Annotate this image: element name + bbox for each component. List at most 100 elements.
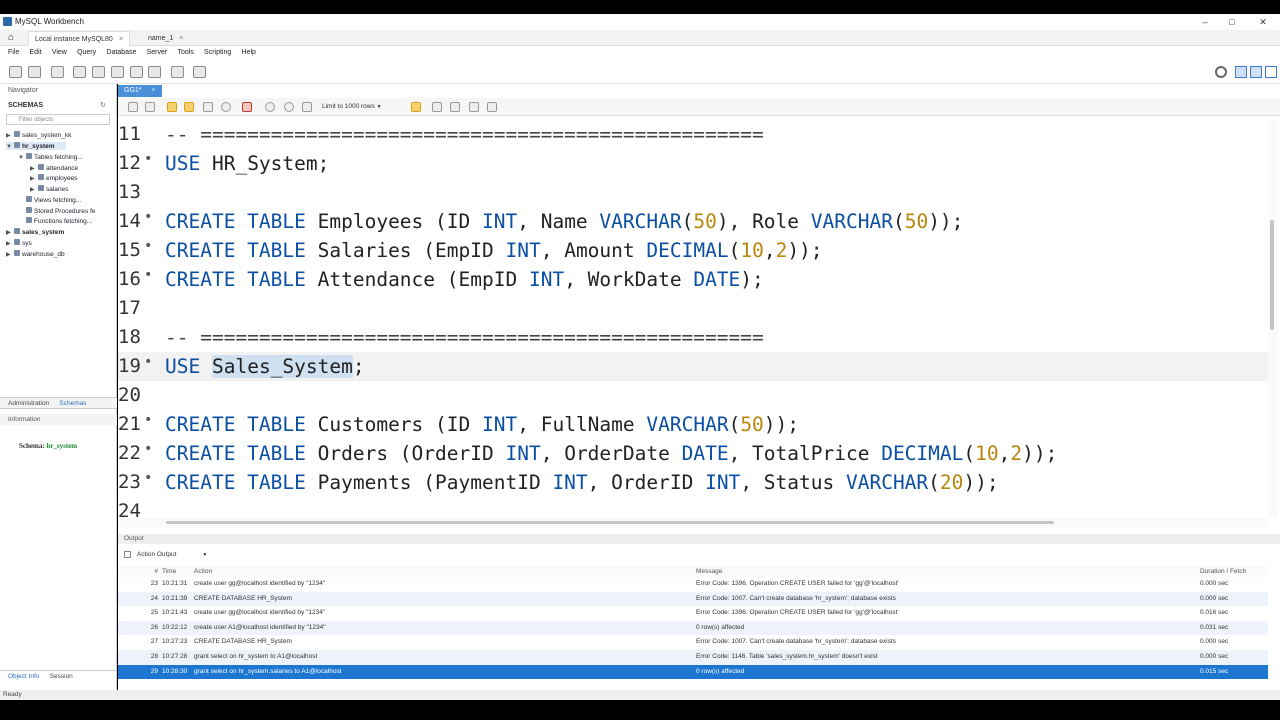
toggle-output-icon[interactable]	[1250, 66, 1262, 78]
open-sql-script-icon[interactable]	[28, 66, 41, 78]
tab-close-icon[interactable]: ×	[179, 35, 183, 42]
column-header-action[interactable]: Action	[194, 566, 694, 577]
functions-node[interactable]: Functions fetching...	[26, 217, 92, 225]
gear-icon[interactable]	[1215, 66, 1227, 78]
column-header-number[interactable]: #	[140, 566, 158, 577]
commit-icon[interactable]	[265, 102, 275, 112]
create-table-icon[interactable]	[92, 66, 105, 78]
filter-objects-input[interactable]: Filter objects	[6, 114, 110, 125]
tab-object-info[interactable]: Object Info	[8, 673, 39, 680]
toggle-sidebar-icon[interactable]	[1235, 66, 1247, 78]
stop-icon[interactable]	[221, 102, 231, 112]
invisible-chars-icon[interactable]	[469, 102, 479, 112]
code-text: );	[740, 268, 764, 291]
beautify-icon[interactable]	[411, 102, 421, 112]
table-row[interactable]: ×2810:27:28grant select on hr_system to …	[118, 649, 1268, 665]
views-node[interactable]: Views fetching...	[26, 196, 81, 204]
scrollbar-thumb[interactable]	[166, 521, 1054, 524]
editor-vertical-scrollbar[interactable]	[1268, 120, 1278, 518]
reconnect-icon[interactable]	[193, 66, 206, 78]
tab-close-icon[interactable]: ×	[119, 36, 123, 43]
execute-icon[interactable]	[167, 102, 177, 112]
tab-schemas[interactable]: Schemas	[59, 400, 86, 407]
open-file-icon[interactable]	[128, 102, 138, 112]
create-procedure-icon[interactable]	[130, 66, 143, 78]
menu-help[interactable]: Help	[242, 49, 256, 56]
home-icon[interactable]: ⌂	[8, 32, 14, 43]
menu-edit[interactable]: Edit	[30, 49, 42, 56]
toggle-secondary-sidebar-icon[interactable]	[1265, 66, 1277, 78]
row-action: create user gg@localhost identified by "…	[194, 580, 326, 587]
functions-label: Functions fetching...	[34, 218, 93, 225]
column-header-duration[interactable]: Duration / Fetch	[1200, 566, 1266, 577]
code-line: 15 • CREATE TABLE Salaries (EmpID INT, Amo…	[118, 236, 1268, 265]
menu-view[interactable]: View	[52, 49, 67, 56]
search-table-data-icon[interactable]	[171, 66, 184, 78]
menu-scripting[interactable]: Scripting	[204, 49, 231, 56]
table-attendance[interactable]: ▶ attendance	[30, 164, 78, 172]
find-replace-icon[interactable]	[432, 102, 442, 112]
table-row[interactable]: ×2310:21:31create user gg@localhost iden…	[118, 577, 1268, 592]
tab-session[interactable]: Session	[50, 673, 73, 680]
schema-hr-system[interactable]: ▼ hr_system	[6, 142, 66, 150]
menu-server[interactable]: Server	[147, 49, 168, 56]
scrollbar-thumb[interactable]	[1270, 220, 1274, 330]
code-text: ));	[928, 210, 964, 233]
rollback-icon[interactable]	[284, 102, 294, 112]
execute-current-icon[interactable]	[184, 102, 194, 112]
tab-administration[interactable]: Administration	[8, 400, 49, 407]
limit-rows-select[interactable]: Limit to 1000 rows ▼	[318, 101, 386, 113]
menu-database[interactable]: Database	[106, 49, 136, 56]
connection-tab-local[interactable]: Local instance MySQL80 ×	[28, 31, 130, 46]
keyword: CREATE TABLE	[165, 239, 306, 262]
keyword: INT	[705, 471, 741, 494]
sql-editor-panel: GG1* × Limit to 1000 rows ▼ 11 -- ========…	[118, 84, 1280, 530]
schema-warehouse-db[interactable]: ▶ warehouse_db	[6, 250, 65, 258]
explain-icon[interactable]	[203, 102, 213, 112]
table-salaries[interactable]: ▶ salaries	[30, 185, 68, 193]
tab-close-icon[interactable]: ×	[152, 87, 156, 94]
save-icon[interactable]	[145, 102, 155, 112]
comment-text: -- =====================================…	[165, 123, 764, 146]
stored-procedures-node[interactable]: Stored Procedures fe	[26, 207, 95, 215]
menu-query[interactable]: Query	[77, 49, 96, 56]
window-title: MySQL Workbench	[15, 17, 84, 26]
keyword: CREATE TABLE	[165, 210, 306, 233]
new-sql-tab-icon[interactable]	[9, 66, 22, 78]
schema-sales-system[interactable]: ▶ sales_system	[6, 228, 64, 236]
row-action: CREATE DATABASE HR_System	[194, 594, 292, 602]
sql-code-area[interactable]: 11 -- ===================================…	[118, 120, 1268, 518]
schema-sys[interactable]: ▶ sys	[6, 239, 32, 247]
inspector-icon[interactable]	[51, 66, 64, 78]
table-row[interactable]: ✓2910:28:30grant select on hr_system.sal…	[118, 664, 1268, 680]
autocommit-icon[interactable]	[302, 102, 312, 112]
create-function-icon[interactable]	[148, 66, 161, 78]
close-icon[interactable]: ✕	[1256, 16, 1270, 28]
table-row[interactable]: ×2510:21:43create user gg@localhost iden…	[118, 606, 1268, 621]
column-header-message[interactable]: Message	[696, 566, 1198, 577]
menu-tools[interactable]: Tools	[177, 49, 193, 56]
table-row[interactable]: ✓2610:22:12create user A1@localhost iden…	[118, 620, 1268, 636]
minimize-icon[interactable]: –	[1198, 16, 1212, 28]
column-header-time[interactable]: Time	[162, 566, 192, 577]
keyword: CREATE TABLE	[165, 413, 306, 436]
editor-horizontal-scrollbar[interactable]	[118, 518, 1268, 528]
menu-file[interactable]: File	[8, 49, 19, 56]
connection-tab-name1[interactable]: name_1 ×	[142, 31, 189, 46]
toggle-error-icon[interactable]	[242, 102, 252, 112]
tables-node[interactable]: ▼ Tables fetching...	[18, 153, 83, 161]
maximize-icon[interactable]: □	[1225, 16, 1239, 28]
word-wrap-icon[interactable]	[487, 102, 497, 112]
search-icon[interactable]	[450, 102, 460, 112]
table-employees[interactable]: ▶ employees	[30, 174, 77, 182]
refresh-schemas-icon[interactable]: ↻	[100, 101, 106, 109]
table-row[interactable]: ×2710:27:23CREATE DATABASE HR_SystemErro…	[118, 635, 1268, 650]
editor-tab-gg1[interactable]: GG1* ×	[118, 85, 162, 97]
code-text: , WorkDate	[564, 268, 694, 291]
create-schema-icon[interactable]	[73, 66, 86, 78]
output-type-select[interactable]: Action Output ▼	[124, 550, 207, 560]
schema-sales-system-kk[interactable]: ▶ sales_system_kk	[6, 131, 72, 139]
create-view-icon[interactable]	[111, 66, 124, 78]
keyword: INT	[482, 210, 518, 233]
table-row[interactable]: ×2410:21:39CREATE DATABASE HR_SystemErro…	[118, 591, 1268, 607]
